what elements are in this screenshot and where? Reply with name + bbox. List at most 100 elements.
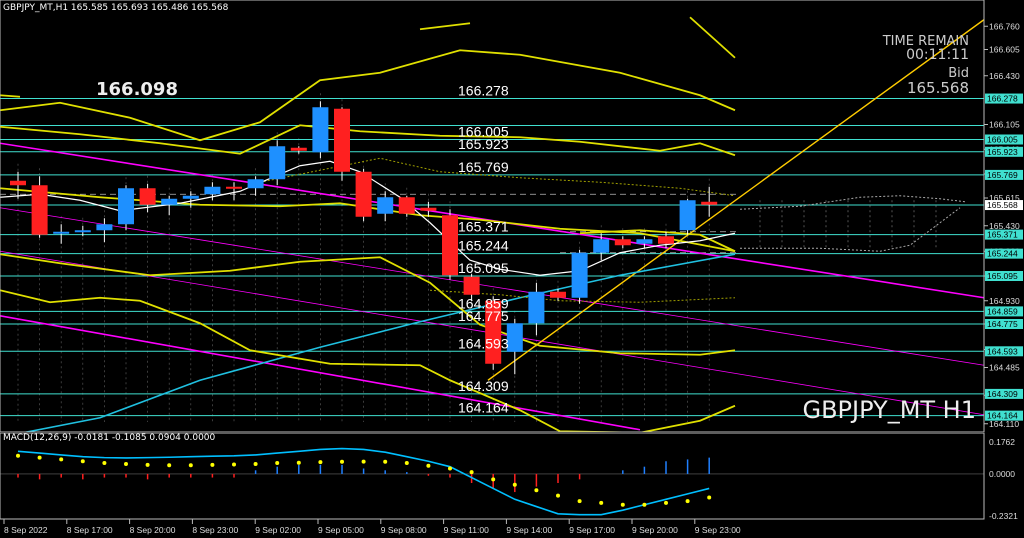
bear-candle bbox=[355, 171, 372, 217]
macd-signal-dot bbox=[296, 460, 301, 465]
level-price-tag-text: 165.769 bbox=[987, 170, 1018, 180]
bid-price-tag-text: 165.568 bbox=[987, 200, 1018, 210]
level-price-tag-text: 166.278 bbox=[987, 94, 1018, 104]
level-price-tag-text: 164.593 bbox=[987, 346, 1018, 356]
macd-signal-dot bbox=[383, 459, 388, 464]
level-text: 166.278 bbox=[458, 83, 509, 99]
level-text: 164.164 bbox=[458, 400, 509, 416]
bull-candle bbox=[593, 239, 610, 253]
level-price-tag-text: 164.859 bbox=[987, 306, 1018, 316]
bear-candle bbox=[658, 236, 674, 244]
time-tick-label: 9 Sep 14:00 bbox=[506, 525, 552, 535]
macd-signal-dot bbox=[404, 461, 409, 466]
level-price-tag-text: 165.095 bbox=[987, 271, 1018, 281]
bear-candle bbox=[420, 207, 437, 211]
macd-signal-dot bbox=[275, 461, 280, 466]
time-tick-label: 9 Sep 23:00 bbox=[695, 525, 741, 535]
macd-signal-dot bbox=[556, 493, 560, 498]
macd-axis-label: -0.2321 bbox=[989, 511, 1018, 521]
time-tick-label: 8 Sep 17:00 bbox=[67, 525, 113, 535]
macd-signal-dot bbox=[512, 482, 517, 487]
bear-candle bbox=[442, 215, 458, 276]
macd-chart[interactable]: 0.1762 0.0000 -0.2321 8 Sep 2022 8 Sep 17:0… bbox=[0, 432, 1024, 538]
time-tick-label: 8 Sep 2022 bbox=[4, 525, 48, 535]
level-price-tag-text: 164.164 bbox=[987, 411, 1018, 421]
bear-candle bbox=[550, 291, 566, 298]
macd-signal-dot bbox=[145, 462, 150, 467]
macd-header: MACD(12,26,9) -0.0181 -0.1085 0.0904 0.0… bbox=[3, 433, 216, 443]
symbol-watermark: GBPJPY_MT H1 bbox=[802, 396, 976, 424]
level-text: 165.371 bbox=[458, 219, 509, 235]
bull-candle bbox=[506, 323, 523, 352]
bull-candle bbox=[528, 291, 545, 324]
level-text: 165.095 bbox=[458, 260, 509, 276]
time-tick-label: 9 Sep 11:00 bbox=[444, 525, 489, 535]
macd-signal-dot bbox=[664, 500, 668, 505]
bull-candle bbox=[636, 239, 653, 244]
macd-signal-dot bbox=[232, 462, 236, 467]
macd-signal-dot bbox=[124, 461, 128, 466]
level-text: 165.923 bbox=[458, 136, 509, 152]
level-price-tag-text: 165.923 bbox=[987, 147, 1018, 157]
time-tick-label: 9 Sep 05:00 bbox=[318, 525, 364, 535]
axis-tick-label: 166.605 bbox=[989, 45, 1020, 55]
level-price-tag-text: 165.244 bbox=[987, 249, 1018, 259]
bear-candle bbox=[226, 186, 242, 189]
bull-candle bbox=[96, 224, 113, 231]
bull-candle bbox=[204, 186, 221, 195]
macd-signal-dot bbox=[318, 460, 323, 465]
bear-candle bbox=[31, 185, 48, 235]
time-tick-label: 9 Sep 20:00 bbox=[632, 525, 678, 535]
bull-candle bbox=[679, 200, 696, 231]
bear-candle bbox=[139, 188, 156, 205]
macd-signal-dot bbox=[59, 457, 64, 462]
bear-candle bbox=[463, 276, 480, 295]
macd-signal-dot bbox=[167, 463, 172, 468]
time-tick-label: 9 Sep 08:00 bbox=[381, 525, 427, 535]
level-text: 165.769 bbox=[458, 159, 509, 175]
level-price-tag-text: 164.775 bbox=[987, 319, 1018, 329]
bear-candle bbox=[398, 197, 415, 214]
macd-signal-dot bbox=[642, 502, 647, 507]
level-price-tag-text: 165.371 bbox=[987, 230, 1018, 240]
price-chart[interactable]: 166.278 166.005 165.923 165.769 165.371 165.2… bbox=[0, 0, 1024, 432]
macd-signal-dot bbox=[340, 459, 344, 464]
bull-candle bbox=[247, 179, 264, 189]
bull-candle bbox=[74, 230, 91, 233]
level-text: 164.593 bbox=[458, 335, 509, 351]
time-tick-label: 8 Sep 23:00 bbox=[192, 525, 238, 535]
time-remain-value: 00:11:11 bbox=[906, 47, 969, 63]
macd-axis-label: 0.0000 bbox=[989, 469, 1015, 479]
macd-signal-dot bbox=[253, 461, 258, 466]
level-price-tag-text: 166.005 bbox=[987, 135, 1018, 145]
bull-candle bbox=[118, 188, 134, 225]
level-price-tag-text: 164.309 bbox=[987, 389, 1018, 399]
level-text: 165.244 bbox=[458, 238, 509, 254]
bull-candle bbox=[53, 231, 70, 234]
bull-candle bbox=[269, 146, 286, 180]
big-price-label: 166.098 bbox=[96, 79, 178, 100]
macd-signal-dot bbox=[707, 495, 712, 500]
bull-candle bbox=[182, 195, 199, 199]
symbol-header: GBPJPY_MT,H1 165.585 165.693 165.486 165… bbox=[3, 3, 229, 13]
axis-tick-label: 166.430 bbox=[989, 71, 1020, 81]
axis-tick-label: 166.760 bbox=[989, 21, 1020, 31]
macd-axis-label: 0.1762 bbox=[989, 437, 1015, 447]
macd-signal-dot bbox=[361, 459, 366, 464]
bull-candle bbox=[312, 107, 329, 153]
bear-candle bbox=[290, 147, 307, 151]
axis-tick-label: 164.485 bbox=[989, 363, 1020, 373]
bear-candle bbox=[614, 239, 631, 246]
time-tick-label: 8 Sep 20:00 bbox=[130, 525, 176, 535]
level-text: 164.309 bbox=[458, 378, 509, 394]
bull-candle bbox=[161, 198, 178, 205]
bid-value: 165.568 bbox=[906, 79, 969, 97]
macd-signal-dot bbox=[102, 461, 107, 466]
bear-candle bbox=[10, 180, 26, 186]
level-text: 164.775 bbox=[458, 308, 509, 324]
macd-signal-dot bbox=[80, 459, 85, 464]
bear-candle bbox=[701, 201, 718, 205]
bear-candle bbox=[334, 108, 350, 172]
macd-signal-dot bbox=[16, 453, 20, 458]
macd-signal-dot bbox=[188, 463, 193, 468]
